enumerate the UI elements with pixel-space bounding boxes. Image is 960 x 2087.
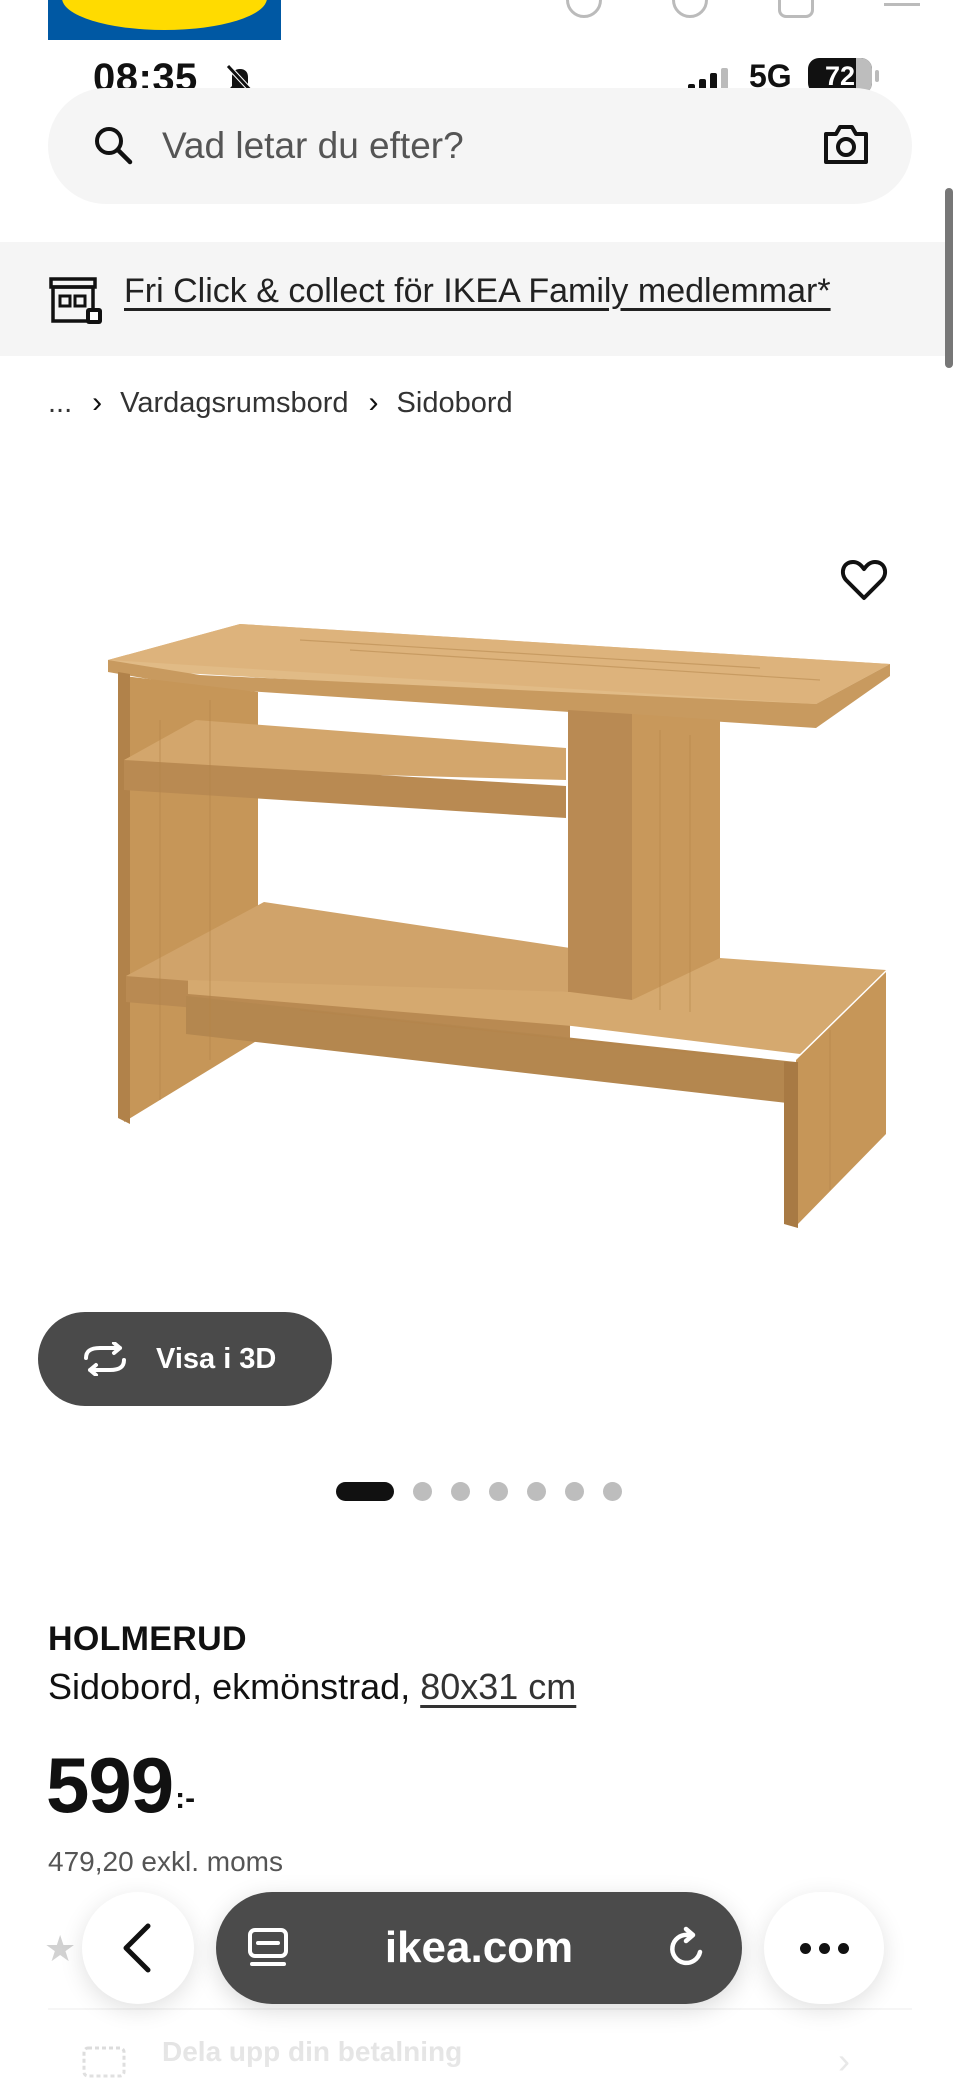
battery-level: 72 — [824, 60, 856, 91]
rotate-3d-icon — [84, 1342, 126, 1376]
chevron-right-icon: › — [838, 2040, 850, 2081]
chevron-right-icon: › — [368, 386, 379, 419]
breadcrumb: ... › Vardagsrumsbord › Sidobord — [48, 386, 513, 420]
product-size-link[interactable]: 80x31 cm — [420, 1666, 576, 1707]
heart-icon[interactable] — [840, 558, 888, 602]
header-icons — [566, 0, 920, 18]
page-menu-icon[interactable] — [246, 1926, 290, 1970]
breadcrumb-item[interactable]: Sidobord — [397, 387, 513, 420]
product-image[interactable] — [0, 480, 960, 1310]
price-suffix: :- — [175, 1782, 196, 1815]
carousel-dot[interactable] — [527, 1482, 546, 1501]
product-type: Sidobord, ekmönstrad, — [48, 1666, 421, 1707]
carousel-dot[interactable] — [565, 1482, 584, 1501]
view-3d-button[interactable]: Visa i 3D — [38, 1312, 332, 1406]
search-bar[interactable] — [48, 88, 912, 204]
star-icon: ★ — [44, 1928, 77, 1969]
address-bar[interactable]: ikea.com — [216, 1892, 742, 2004]
reload-icon[interactable] — [664, 1926, 710, 1972]
price-excl-vat: 479,20 exkl. moms — [48, 1846, 283, 1877]
ikea-logo[interactable] — [48, 0, 281, 40]
search-icon — [95, 127, 133, 165]
search-input[interactable] — [162, 118, 722, 174]
product-price: 599 :- — [46, 1746, 195, 1824]
back-button[interactable] — [82, 1892, 194, 2004]
carousel-dot[interactable] — [603, 1482, 622, 1501]
cart-icon[interactable] — [778, 0, 814, 18]
breadcrumb-item[interactable]: Vardagsrumsbord — [120, 387, 348, 420]
more-options-button[interactable] — [764, 1892, 884, 2004]
chevron-left-icon — [123, 1923, 151, 1973]
account-icon[interactable] — [566, 0, 602, 18]
click-collect-link[interactable]: Fri Click & collect för IKEA Family medl… — [124, 272, 831, 311]
carousel-dot[interactable] — [451, 1482, 470, 1501]
store-icon — [49, 277, 102, 324]
divider — [48, 2008, 912, 2010]
partial-payment-link[interactable]: Dela upp din betalning — [80, 2036, 462, 2068]
camera-icon[interactable] — [822, 122, 870, 166]
page-scrollbar[interactable] — [945, 188, 953, 368]
carousel-dot[interactable] — [413, 1482, 432, 1501]
carousel-dot[interactable] — [336, 1482, 394, 1501]
carousel-dot[interactable] — [489, 1482, 508, 1501]
chevron-right-icon: › — [92, 386, 103, 419]
click-collect-banner: Fri Click & collect för IKEA Family medl… — [0, 242, 946, 356]
menu-icon[interactable] — [884, 0, 920, 6]
product-name: HOLMERUD — [48, 1620, 247, 1658]
site-header — [0, 0, 960, 42]
price-value: 599 — [46, 1741, 174, 1829]
image-carousel-dots — [336, 1482, 622, 1501]
side-table-illustration — [108, 624, 890, 1228]
product-description: Sidobord, ekmönstrad, 80x31 cm — [48, 1666, 576, 1708]
breadcrumb-item[interactable]: ... — [48, 387, 72, 420]
heart-icon[interactable] — [672, 0, 708, 18]
view-3d-label: Visa i 3D — [156, 1342, 277, 1375]
more-icon — [799, 1942, 811, 1954]
